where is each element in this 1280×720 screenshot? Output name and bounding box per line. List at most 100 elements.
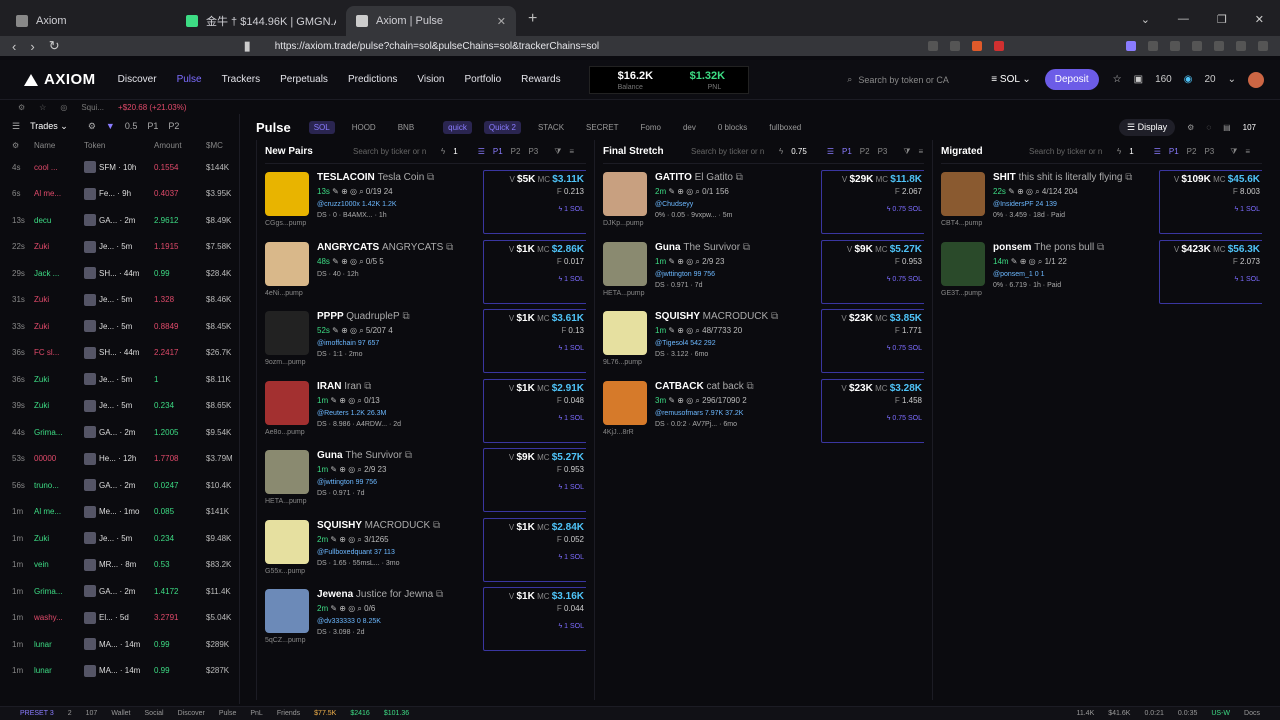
browser-tab-gmgn[interactable]: 金牛 † $144.96K | GMGN.AI | The Fas <box>176 6 346 36</box>
social-icons[interactable]: ✎ ⊕ ◎ ⌕ <box>1011 257 1043 266</box>
settings-icon[interactable]: ⚙ <box>88 121 96 132</box>
status-pulse[interactable]: Pulse <box>219 710 237 717</box>
trader-name[interactable]: vein <box>34 560 84 569</box>
token-image[interactable]: 9L76...pump <box>603 311 647 366</box>
trader-name[interactable]: Grima... <box>34 587 84 596</box>
trade-token[interactable]: Je... · 5m <box>84 399 154 412</box>
dev-handle[interactable]: @imoffchain <box>317 340 356 347</box>
dev-handle[interactable]: @Reuters <box>317 410 349 417</box>
trade-token[interactable]: GA... · 2m <box>84 585 154 598</box>
trader-name[interactable]: washy... <box>34 613 84 622</box>
token-image[interactable]: 4eNi...pump <box>265 241 309 297</box>
quick-buy-button[interactable]: ϟ 1 SOL <box>490 206 584 213</box>
token-card[interactable]: Ae8o...pump IRAN Iran ⧉ 1m ✎ ⊕ ◎ ⌕ 0/13 … <box>265 377 586 447</box>
dev-handle[interactable]: @remusofmars <box>655 410 703 417</box>
token-stats[interactable]: V $423K MC $56.3K F 2.073 ϟ 1 SOL <box>1159 239 1262 304</box>
trader-name[interactable]: Zuki <box>34 322 84 331</box>
status-pnl[interactable]: PnL <box>250 710 262 717</box>
social-icons[interactable]: ✎ ⊕ ◎ ⌕ <box>332 257 364 266</box>
back-icon[interactable]: ‹ <box>12 39 16 54</box>
quick-buy-button[interactable]: ϟ 1 SOL <box>1166 276 1260 283</box>
trader-name[interactable]: Al me... <box>34 507 84 516</box>
token-address[interactable]: GE3T...pump <box>941 290 982 297</box>
bell-icon[interactable]: ◎ <box>60 103 67 112</box>
trade-token[interactable]: Je... · 5m <box>84 532 154 545</box>
trade-token[interactable]: SFM · 10h <box>84 161 154 174</box>
nav-discover[interactable]: Discover <box>118 74 157 85</box>
status-item[interactable]: 2 <box>68 710 72 717</box>
token-address[interactable]: CGgs...pump <box>265 220 306 227</box>
token-address[interactable]: 4KjJ...8rR <box>603 429 634 436</box>
extension-icon[interactable] <box>928 41 938 51</box>
extension-icon[interactable] <box>994 41 1004 51</box>
close-window-icon[interactable]: ✕ <box>1255 13 1264 26</box>
avatar[interactable] <box>1248 71 1264 88</box>
preset-p3[interactable]: P3 <box>878 147 888 156</box>
trade-token[interactable]: GA... · 2m <box>84 479 154 492</box>
chip-secret[interactable]: SECRET <box>581 121 623 134</box>
trades-select[interactable]: Trades ⌄ <box>30 121 68 132</box>
token-address[interactable]: 9ozm...pump <box>265 359 305 366</box>
table-row[interactable]: 6s Al me... Fe... · 9h 0.4037 $3.95K <box>12 181 239 208</box>
quick-buy-button[interactable]: ϟ 1 SOL <box>490 554 584 561</box>
token-name[interactable]: SQUISHY MACRODUCK ⧉ <box>317 520 469 531</box>
dev-handle[interactable]: @Chudseyy <box>655 201 693 208</box>
list-icon[interactable]: ☰ <box>1154 147 1161 156</box>
status-social[interactable]: Social <box>145 710 164 717</box>
chip-bnb[interactable]: BNB <box>393 121 419 134</box>
token-address[interactable]: 4eNi...pump <box>265 290 303 297</box>
trade-token[interactable]: SH... · 44m <box>84 267 154 280</box>
preset-p2[interactable]: P2 <box>168 121 179 131</box>
trade-token[interactable]: Je... · 5m <box>84 293 154 306</box>
token-name[interactable]: Jewena Justice for Jewna ⧉ <box>317 589 469 600</box>
close-icon[interactable]: ✕ <box>497 15 506 28</box>
chevron-down-icon[interactable]: ⌄ <box>1141 13 1150 26</box>
preset-p2[interactable]: P2 <box>860 147 870 156</box>
token-image[interactable]: GE3T...pump <box>941 241 985 297</box>
token-search[interactable]: ⌕ Search by token or CA <box>847 74 977 85</box>
social-icons[interactable]: ✎ ⊕ ◎ ⌕ <box>668 326 700 335</box>
table-row[interactable]: 53s 00000 He... · 12h 1.7708 $3.79M <box>12 446 239 473</box>
social-icons[interactable]: ✎ ⊕ ◎ ⌕ <box>668 257 700 266</box>
search-input[interactable]: Search by token or CA <box>858 75 949 85</box>
token-stats[interactable]: V $1K MC $3.16K F 0.044 ϟ 1 SOL <box>483 587 586 651</box>
region-select[interactable]: US-W <box>1211 710 1230 717</box>
url-input[interactable]: https://axiom.trade/pulse?chain=sol&puls… <box>265 41 914 52</box>
token-stats[interactable]: V $1K MC $2.91K F 0.048 ϟ 1 SOL <box>483 378 586 443</box>
trader-name[interactable]: 00000 <box>34 454 84 463</box>
nav-predictions[interactable]: Predictions <box>348 74 397 85</box>
dev-handle[interactable]: @ponsem_1 <box>993 271 1033 278</box>
token-card[interactable]: HETA...pump Guna The Survivor ⧉ 1m ✎ ⊕ ◎… <box>265 446 586 516</box>
token-image[interactable]: 4KjJ...8rR <box>603 380 647 436</box>
table-row[interactable]: 33s Zuki Je... · 5m 0.8849 $8.45K <box>12 313 239 340</box>
table-row[interactable]: 39s Zuki Je... · 5m 0.234 $8.65K <box>12 393 239 420</box>
browser-tab-pulse[interactable]: Axiom | Pulse ✕ <box>346 6 516 36</box>
menu-icon[interactable] <box>1258 41 1268 51</box>
maximize-icon[interactable]: ❐ <box>1217 13 1227 26</box>
token-name[interactable]: Guna The Survivor ⧉ <box>655 242 807 253</box>
minimize-icon[interactable]: — <box>1178 13 1189 26</box>
extension-icon[interactable] <box>1192 41 1202 51</box>
sort-icon[interactable]: ≡ <box>1245 147 1250 156</box>
trader-name[interactable]: Zuki <box>34 401 84 410</box>
token-image[interactable]: HETA...pump <box>265 450 309 505</box>
bookmark-icon[interactable]: ▮ <box>244 38 251 54</box>
preset-p3[interactable]: P3 <box>1204 147 1214 156</box>
quick-buy-button[interactable]: ϟ 1 SOL <box>490 484 584 491</box>
layout-icon[interactable]: ▤ <box>1223 123 1231 132</box>
token-image[interactable]: CBT4...pump <box>941 172 985 227</box>
column-search-input[interactable]: Search by ticker or n <box>353 147 433 156</box>
extension-icon[interactable] <box>1126 41 1136 51</box>
nav-perpetuals[interactable]: Perpetuals <box>280 74 328 85</box>
column-search-input[interactable]: Search by ticker or n <box>691 147 771 156</box>
table-row[interactable]: 1m vein MR... · 8m 0.53 $83.2K <box>12 552 239 579</box>
sort-icon[interactable]: ≡ <box>569 147 574 156</box>
token-address[interactable]: 5qCZ...pump <box>265 637 305 644</box>
token-card[interactable]: CGgs...pump TESLACOIN Tesla Coin ⧉ 13s ✎… <box>265 168 586 238</box>
star-icon[interactable]: ☆ <box>39 103 46 112</box>
token-stats[interactable]: V $9K MC $5.27K F 0.953 ϟ 0.75 SOL <box>821 239 924 304</box>
trader-name[interactable]: FC sl... <box>34 348 84 357</box>
preset-p1[interactable]: P1 <box>147 121 158 131</box>
status-wallet[interactable]: Wallet <box>111 710 130 717</box>
trader-name[interactable]: lunar <box>34 640 84 649</box>
